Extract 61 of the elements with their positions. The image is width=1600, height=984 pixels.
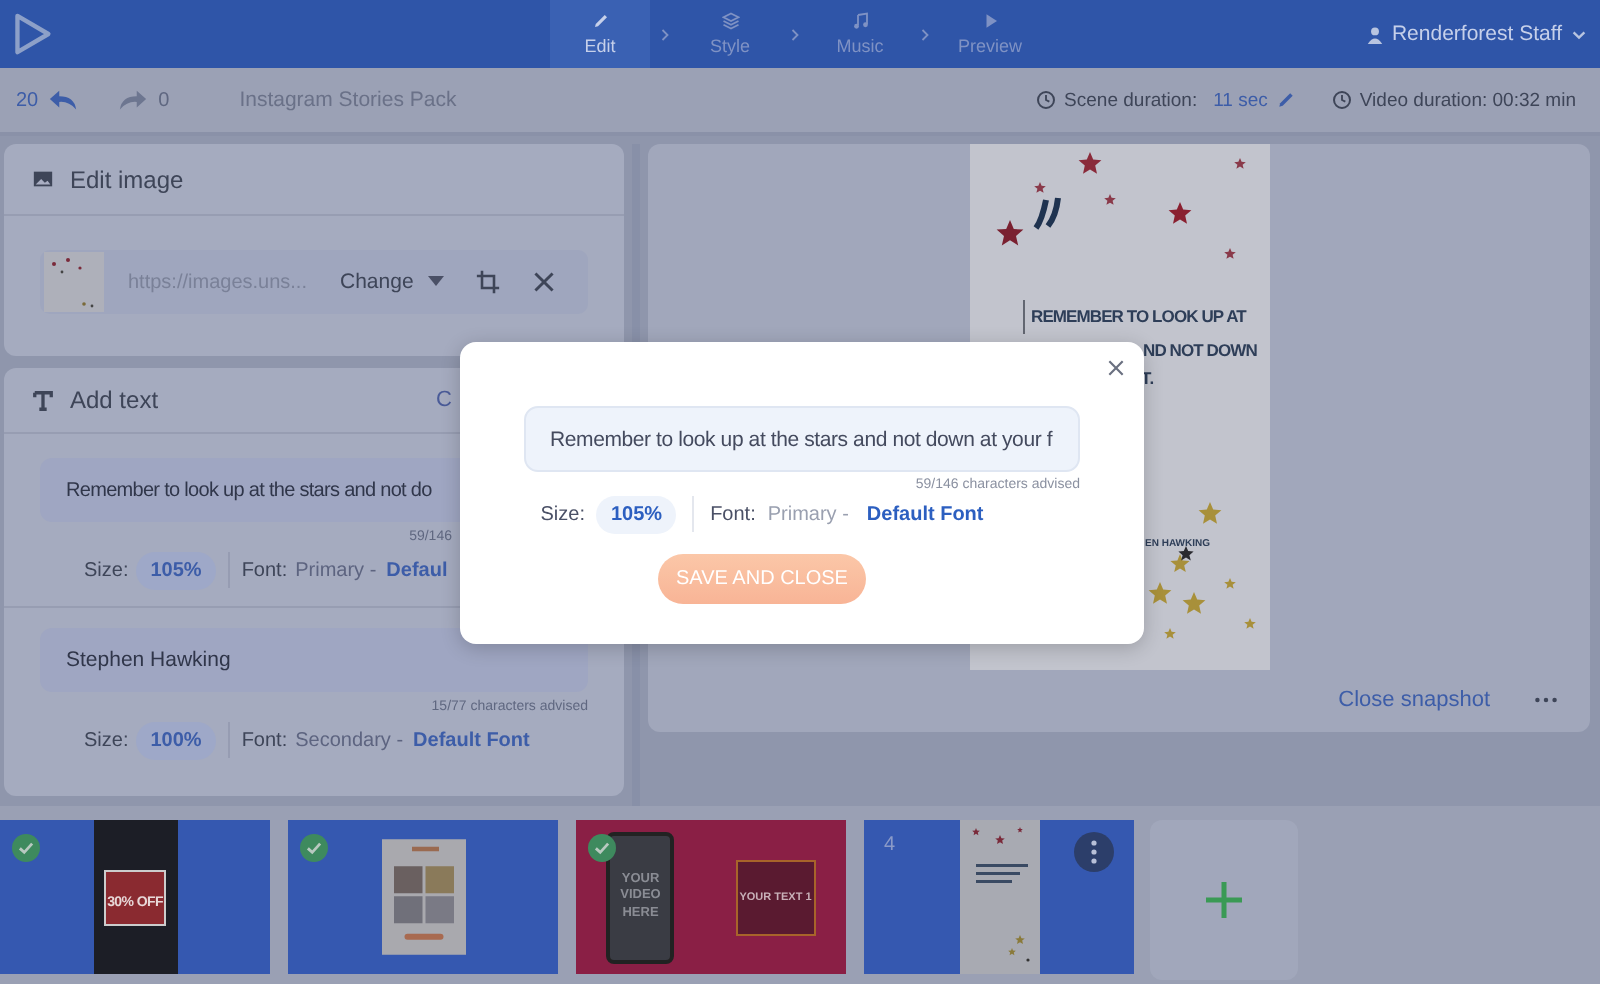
font-role: Secondary - [295, 729, 404, 751]
scene-duration-label: Scene duration: [1064, 89, 1198, 111]
font-role: Primary - [295, 559, 377, 581]
size-label: Size: [84, 559, 129, 581]
slide-text: REMEMBER TO LOOK UP AT [1031, 308, 1246, 325]
size-value[interactable]: 105% [136, 551, 216, 589]
font-label: Font: [241, 559, 288, 581]
font-label: Font: [710, 503, 756, 525]
font-link[interactable]: Default Font [413, 729, 530, 751]
size-label: Size: [84, 729, 129, 751]
chevron-right-icon [660, 27, 670, 41]
user-icon [1365, 25, 1384, 43]
crop-icon[interactable] [475, 270, 500, 294]
music-note-icon [851, 12, 869, 30]
font-link[interactable]: Defaul [386, 559, 448, 581]
size-value[interactable]: 105% [596, 495, 677, 533]
more-icon[interactable] [1074, 832, 1114, 872]
size-label: Size: [540, 503, 585, 525]
scene-duration-value[interactable]: 11 sec [1213, 89, 1268, 111]
user-menu[interactable]: Renderforest Staff [1391, 22, 1562, 46]
card-title: Edit image [70, 165, 184, 193]
scene-card[interactable] [288, 820, 558, 974]
close-icon[interactable] [531, 270, 556, 294]
image-icon [32, 168, 54, 190]
size-value[interactable]: 100% [136, 721, 216, 759]
font-link[interactable]: Default Font [866, 503, 984, 525]
redo-icon[interactable] [118, 88, 149, 112]
pencil-icon[interactable] [1275, 90, 1296, 110]
plus-icon [1204, 880, 1244, 920]
close-snapshot-link[interactable]: Close snapshot [1338, 688, 1490, 712]
slide-text: ND NOT DOWN [1143, 342, 1257, 359]
play-icon [981, 12, 999, 30]
save-and-close-button[interactable]: SAVE AND CLOSE [658, 554, 866, 604]
step-tab[interactable]: Preview [940, 0, 1040, 68]
step-tab[interactable]: Music [810, 0, 910, 68]
step-tab[interactable]: Edit [550, 0, 650, 68]
text-field[interactable]: Stephen Hawking [40, 628, 588, 692]
text-field[interactable]: Remember to look up at the stars and not down at your f [524, 406, 1080, 472]
scene-number: 4 [884, 834, 896, 856]
close-icon[interactable] [1106, 358, 1126, 378]
caret-icon[interactable] [427, 276, 444, 288]
chevron-right-icon [920, 27, 930, 41]
undo-count: 20 [16, 89, 39, 111]
step-tab[interactable]: Style [680, 0, 780, 68]
change-dropdown[interactable]: Change [340, 270, 414, 294]
pencil-icon [591, 12, 609, 30]
logo-icon[interactable] [12, 12, 52, 56]
font-label: Font: [241, 729, 288, 751]
clock-icon [1331, 90, 1352, 110]
video-duration: Video duration: 00:32 min [1359, 89, 1576, 111]
clock-icon [1036, 90, 1057, 110]
text-icon [32, 389, 54, 411]
undo-icon[interactable] [48, 88, 79, 112]
chevron-right-icon [790, 27, 800, 41]
header-link[interactable]: C [436, 388, 452, 412]
layers-icon [721, 12, 739, 30]
scene-card[interactable]: 4 [864, 820, 1134, 974]
font-role: Primary - [767, 503, 849, 525]
more-icon[interactable] [1534, 696, 1558, 704]
redo-count: 0 [158, 89, 170, 111]
card-title: Add text [70, 386, 159, 414]
